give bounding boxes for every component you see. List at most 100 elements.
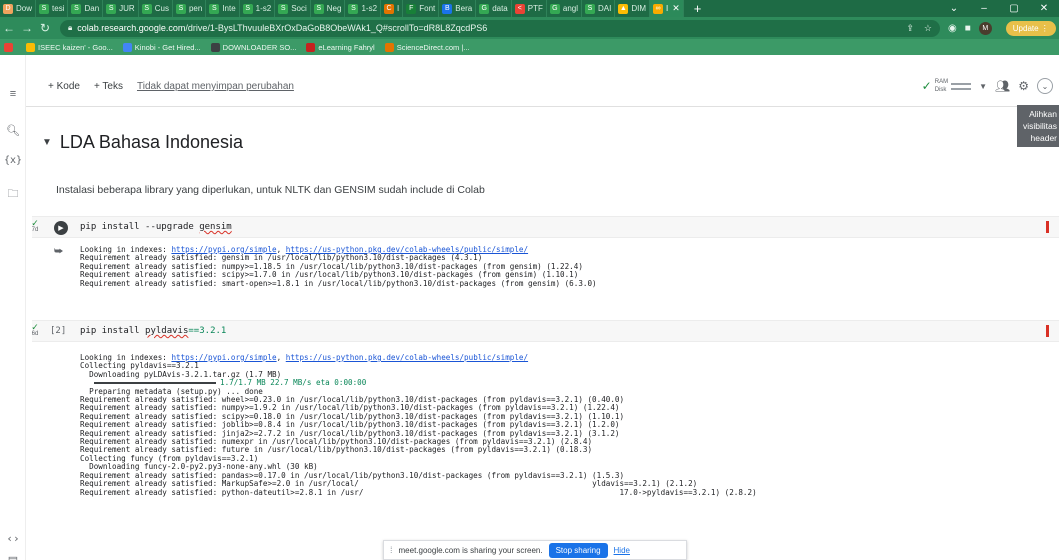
tab-favicon-icon: S (585, 3, 595, 14)
url-path: /drive/1-BysLThvuuleBXrOxDaGoB8ObeWAk1_Q… (185, 23, 488, 33)
extension-icon[interactable]: ◉ (948, 23, 957, 34)
drag-handle-icon[interactable]: ⁞ (390, 545, 393, 555)
update-button[interactable]: Update ⋮ (1005, 20, 1056, 36)
browser-tab[interactable]: S Cus (139, 0, 173, 17)
code-text[interactable]: pip install pyldavis==3.2.1 (80, 326, 226, 336)
run-cell-button[interactable]: ▶ (54, 221, 68, 235)
menu-icon[interactable]: ≡ (4, 85, 22, 103)
bookmark-item[interactable]: eLearning Fahryl (306, 42, 375, 52)
url-field[interactable]: 🔒︎ colab.research.google.com/drive/1-Bys… (60, 19, 940, 37)
close-window-button[interactable]: ✕ (1029, 0, 1059, 17)
profile-avatar[interactable]: M (978, 21, 992, 35)
browser-tab[interactable]: Gangl (547, 0, 582, 17)
disk-label: Disk (934, 87, 947, 93)
bookmarks-bar: ISEEC kaizen' - Goo... Kinobi - Get Hire… (0, 39, 1059, 55)
cell-input[interactable]: ✓ 6d [2] pip install pyldavis==3.2.1 (32, 320, 1059, 342)
browser-tab[interactable]: S Inte (206, 0, 240, 17)
tab-favicon-icon: S (71, 3, 82, 14)
bookmark-item[interactable]: Kinobi - Get Hired... (122, 42, 201, 52)
hide-banner-link[interactable]: Hide (614, 546, 630, 555)
folder-icon[interactable]: 🗀 (4, 185, 22, 203)
browser-tab[interactable]: F Font (403, 0, 440, 17)
browser-tab[interactable]: S 1-s2 (345, 0, 382, 17)
browser-tab[interactable]: S Soci (275, 0, 311, 17)
index-link[interactable]: https://us-python.pkg.dev/colab-wheels/p… (286, 353, 528, 362)
browser-tab[interactable]: S DAI (582, 0, 616, 17)
lock-icon[interactable]: 🔒︎ (68, 23, 72, 33)
bookmark-item[interactable]: DOWNLOADER SO... (210, 42, 296, 52)
error-marker (1046, 325, 1049, 337)
reload-icon[interactable]: ↻ (36, 21, 54, 35)
tab-favicon-icon: ▲ (618, 3, 629, 14)
unsaved-changes-link[interactable]: Tidak dapat menyimpan perubahan (137, 81, 294, 92)
collapse-section-icon[interactable]: ▼ (42, 137, 52, 148)
code-text[interactable]: pip install --upgrade gensim (80, 222, 232, 232)
bookmark-item[interactable]: ScienceDirect.com |... (384, 42, 470, 52)
section-title: LDA Bahasa Indonesia (59, 132, 244, 152)
browser-tab[interactable]: S 1-s2 (240, 0, 276, 17)
bookmark-favicon-icon (306, 42, 316, 52)
bookmark-apps-icon[interactable] (4, 42, 16, 52)
execution-count[interactable]: [2] (50, 326, 66, 336)
browser-tab[interactable]: Spen (173, 0, 207, 17)
update-label: Update (1012, 23, 1039, 33)
share-icon[interactable]: ⇪ (906, 23, 914, 34)
bookmark-favicon-icon (210, 42, 220, 52)
browser-tab[interactable]: < PTF (512, 0, 547, 17)
exec-status: ✓ 7d (32, 219, 42, 234)
stop-sharing-button[interactable]: Stop sharing (548, 542, 608, 558)
search-icon[interactable]: 🔍︎ (4, 121, 22, 139)
settings-gear-icon[interactable]: ⚙ (1018, 79, 1029, 93)
maximize-button[interactable]: ▢ (999, 0, 1029, 17)
forward-arrow-icon[interactable]: → (18, 21, 36, 35)
new-tab-button[interactable]: + (684, 1, 712, 16)
browser-tab[interactable]: S Neg (311, 0, 346, 17)
tab-label: I (666, 4, 669, 13)
bookmark-favicon-icon (384, 42, 394, 52)
bookmark-star-icon[interactable]: ☆ (924, 23, 932, 34)
cell-input[interactable]: ✓ 7d ▶ pip install --upgrade gensim (32, 216, 1059, 238)
browser-tab[interactable]: CI (381, 0, 404, 17)
tab-label: Cus (154, 4, 169, 13)
minimize-button[interactable]: – (969, 0, 999, 17)
sidepanel-icon[interactable]: ■ (965, 23, 971, 34)
bookmark-item[interactable]: ISEEC kaizen' - Goo... (26, 42, 113, 52)
output-actions-icon[interactable]: ⮩ (54, 246, 63, 257)
tab-label: PTF (527, 4, 543, 13)
tab-label: DAI (598, 4, 612, 13)
close-tab-icon[interactable]: ✕ (672, 3, 680, 14)
variables-icon[interactable]: {x} (4, 151, 22, 169)
tab-favicon-icon: G (479, 3, 490, 14)
tab-favicon-icon: S (209, 3, 220, 14)
tab-favicon-icon: < (514, 3, 525, 14)
code-snippets-icon[interactable]: ‹› (4, 529, 22, 547)
back-arrow-icon[interactable]: ← (0, 21, 18, 35)
toggle-header-icon[interactable]: ⌄ (1037, 78, 1053, 94)
browser-tab[interactable]: Stesi (36, 0, 69, 17)
browser-tab[interactable]: B Bera (439, 0, 477, 17)
tab-favicon-icon: S (313, 3, 324, 14)
browser-tab[interactable]: S JUR (103, 0, 139, 17)
share-people-icon[interactable]: 👥︎ (995, 79, 1010, 93)
browser-tab[interactable]: D Dow (0, 0, 37, 17)
tab-favicon-icon: S (39, 3, 50, 14)
browser-tab[interactable]: S Dan (68, 0, 104, 17)
tab-search-icon[interactable]: ⌄ (939, 0, 969, 17)
browser-tab[interactable]: ∞ I ✕ (650, 0, 684, 17)
browser-tab[interactable]: Gdata (476, 0, 512, 17)
add-text-button[interactable]: + Teks (94, 81, 123, 92)
tab-favicon-icon: ∞ (653, 3, 664, 14)
browser-tab[interactable]: ▲ DIM (615, 0, 651, 17)
ram-disk-indicator[interactable]: ✓ RAM Disk (922, 78, 972, 94)
url-host: colab.research.google.com (77, 23, 186, 33)
browser-tab-strip: D Dow Stesi S Dan S JUR S Cus Spen S Inte S 1-s2 S Soci… (0, 0, 1059, 17)
success-check-icon: ✓ (32, 322, 39, 332)
cell-output: Looking in indexes: https://pypi.org/sim… (80, 353, 757, 497)
runtime-dropdown-icon[interactable]: ▼ (979, 82, 987, 91)
screen-share-banner: ⁞ meet.google.com is sharing your screen… (383, 540, 687, 560)
tab-favicon-icon: S (242, 3, 253, 14)
terminal-icon[interactable]: ▤ (4, 551, 22, 560)
tab-label: Neg (326, 4, 342, 13)
tab-favicon-icon: S (106, 3, 117, 14)
add-code-button[interactable]: + Kode (48, 81, 80, 92)
